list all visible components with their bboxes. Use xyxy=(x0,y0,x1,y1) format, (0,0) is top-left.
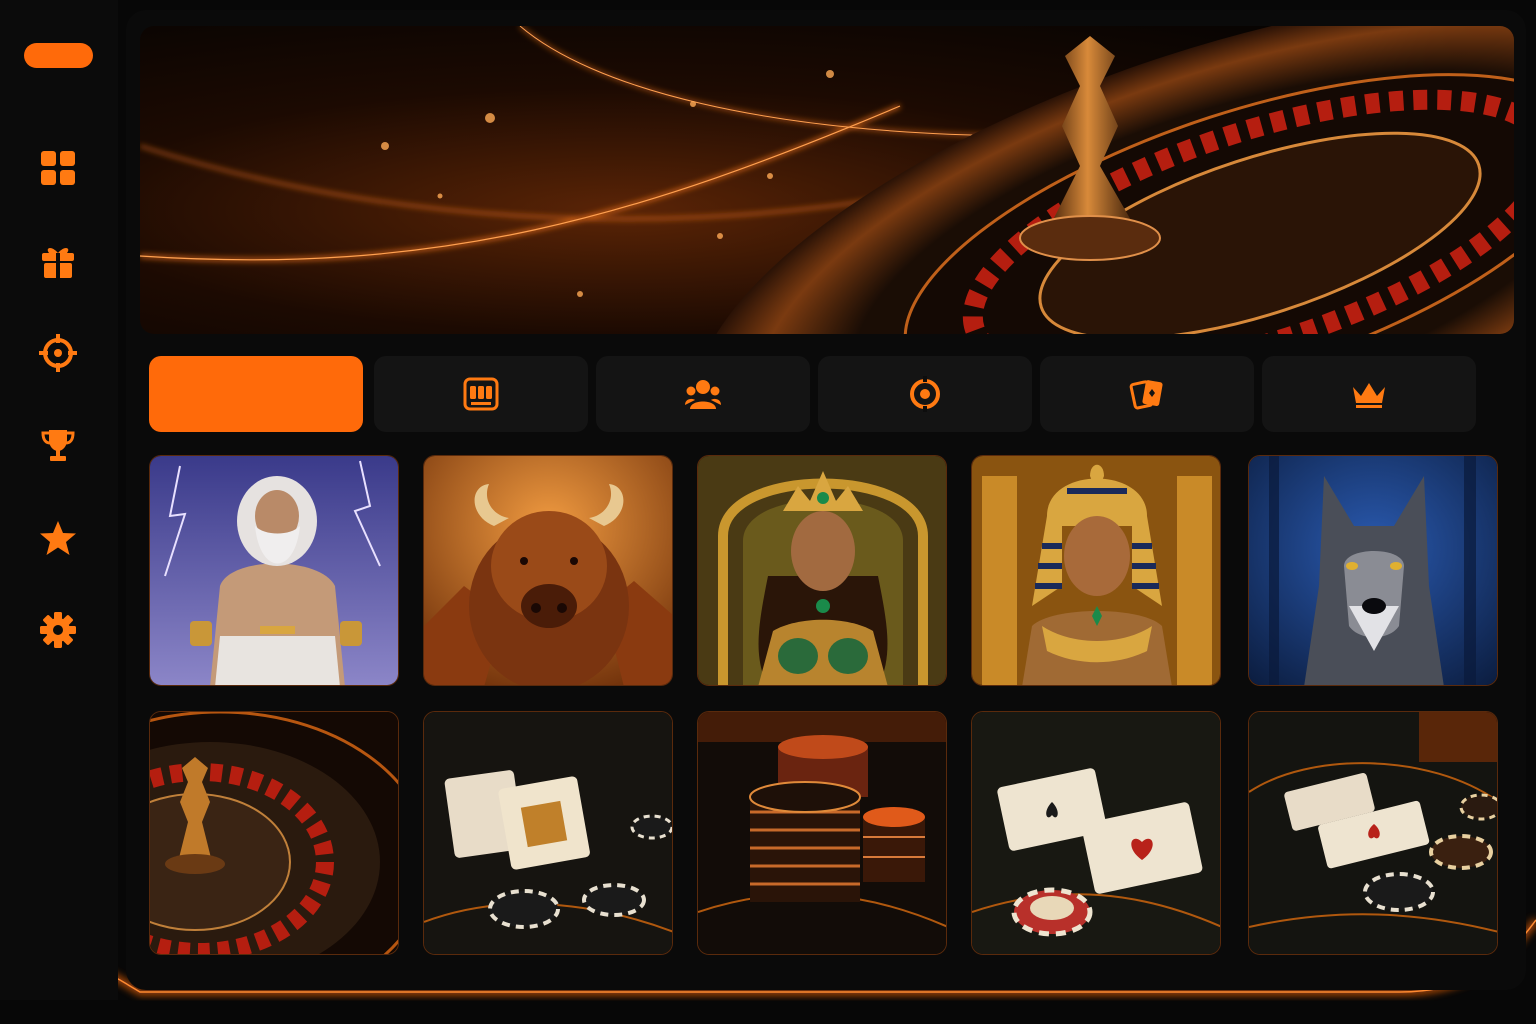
game-tile-zeus[interactable] xyxy=(149,455,399,686)
game-tile-wolf[interactable] xyxy=(1248,455,1498,686)
pharaoh-thumbnail-image xyxy=(972,456,1220,685)
roulette-icon xyxy=(910,376,940,412)
playing-cards-thumbnail-image xyxy=(972,712,1220,954)
sidebar-item-grid[interactable] xyxy=(38,148,78,188)
game-tile-roulette[interactable] xyxy=(149,711,399,955)
hero-banner[interactable] xyxy=(140,26,1514,334)
roulette-thumbnail-image xyxy=(150,712,398,954)
tab-vip[interactable] xyxy=(1262,356,1476,432)
sidebar-item-gift[interactable] xyxy=(38,241,78,281)
trophy-icon xyxy=(41,430,75,461)
casino-app xyxy=(0,0,1536,1024)
banner-roulette-image xyxy=(140,26,1514,334)
sidebar-item-settings[interactable] xyxy=(38,610,78,650)
baccarat-thumbnail-image xyxy=(1249,712,1497,954)
poker-chips-thumbnail-image xyxy=(698,712,946,954)
game-tile-poker-chips[interactable] xyxy=(697,711,947,955)
live-dealers-icon xyxy=(685,380,721,409)
game-tile-buffalo[interactable] xyxy=(423,455,673,686)
sidebar-item-trophy[interactable] xyxy=(38,425,78,465)
sidebar-item-target[interactable] xyxy=(38,333,78,373)
cards-icon xyxy=(1129,380,1163,410)
game-tile-baccarat[interactable] xyxy=(1248,711,1498,955)
game-tile-pharaoh[interactable] xyxy=(971,455,1221,686)
sidebar xyxy=(0,0,118,1000)
buffalo-thumbnail-image xyxy=(424,456,672,685)
gear-icon xyxy=(40,612,76,648)
queen-thumbnail-image xyxy=(698,456,946,685)
game-tile-queen[interactable] xyxy=(697,455,947,686)
slot-machine-icon xyxy=(463,377,499,411)
tab-live-dealers[interactable] xyxy=(596,356,810,432)
sidebar-item-favorites[interactable] xyxy=(38,518,78,558)
zeus-thumbnail-image xyxy=(150,456,398,685)
tab-card-games[interactable] xyxy=(1040,356,1254,432)
game-tile-blackjack[interactable] xyxy=(423,711,673,955)
blackjack-thumbnail-image xyxy=(424,712,672,954)
tab-slots[interactable] xyxy=(374,356,588,432)
logo[interactable] xyxy=(24,43,93,68)
crown-icon xyxy=(1353,383,1385,408)
grid-icon xyxy=(41,151,75,185)
game-tile-cards[interactable] xyxy=(971,711,1221,955)
gift-icon xyxy=(42,248,74,278)
star-icon xyxy=(40,521,76,555)
wolf-thumbnail-image xyxy=(1249,456,1497,685)
crosshair-icon xyxy=(39,334,77,372)
tab-all[interactable] xyxy=(149,356,363,432)
tab-roulette[interactable] xyxy=(818,356,1032,432)
